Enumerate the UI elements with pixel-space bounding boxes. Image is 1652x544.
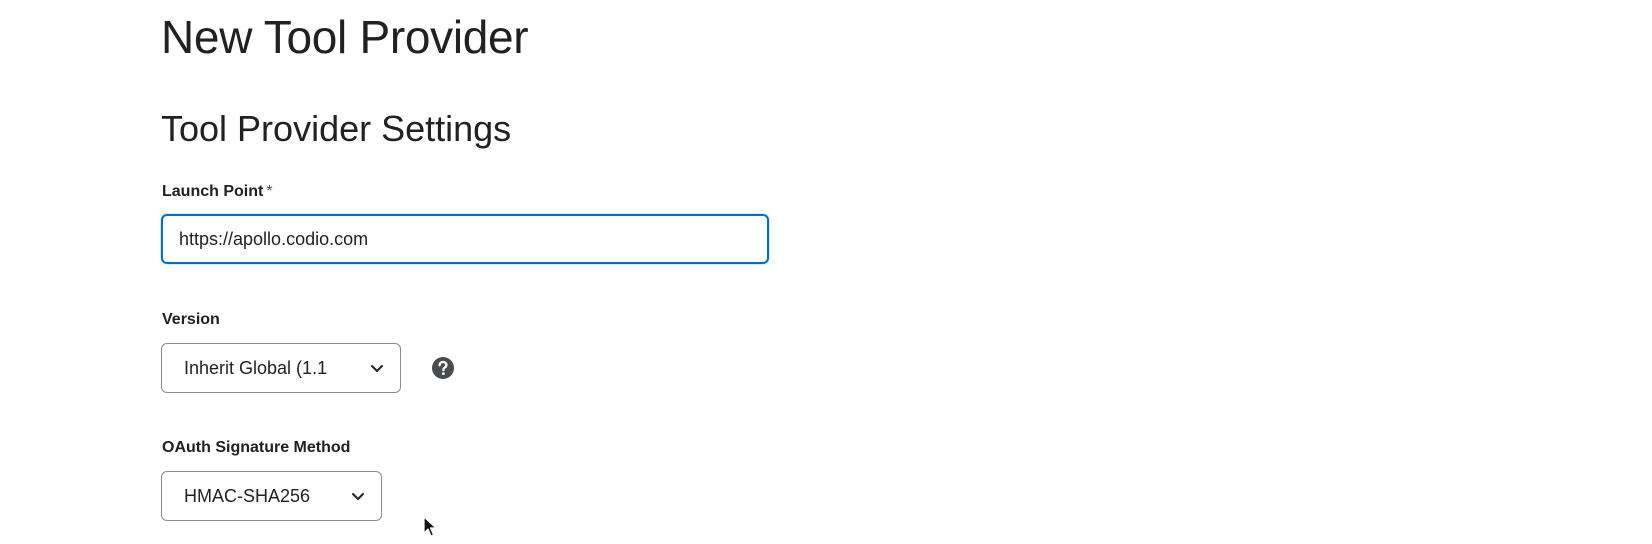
launch-point-label-text: Launch Point: [162, 183, 264, 200]
launch-point-label: Launch Point *: [162, 183, 273, 201]
oauth-signature-select[interactable]: HMAC-SHA256: [161, 471, 382, 521]
version-label: Version: [162, 311, 220, 328]
question-circle-icon[interactable]: [431, 356, 455, 380]
section-title: Tool Provider Settings: [161, 108, 512, 149]
version-select-value: Inherit Global (1.1: [184, 357, 328, 378]
version-select[interactable]: Inherit Global (1.1: [161, 343, 401, 393]
oauth-signature-select-value: HMAC-SHA256: [184, 485, 311, 506]
oauth-signature-label: OAuth Signature Method: [162, 439, 351, 456]
launch-point-input[interactable]: [161, 214, 769, 264]
page-title: New Tool Provider: [161, 11, 529, 63]
chevron-down-icon: [371, 365, 383, 372]
tool-provider-page: New Tool Provider Tool Provider Settings…: [0, 0, 1652, 544]
mouse-cursor-icon: [423, 516, 437, 537]
chevron-down-icon: [352, 493, 364, 500]
required-marker: *: [266, 183, 273, 200]
